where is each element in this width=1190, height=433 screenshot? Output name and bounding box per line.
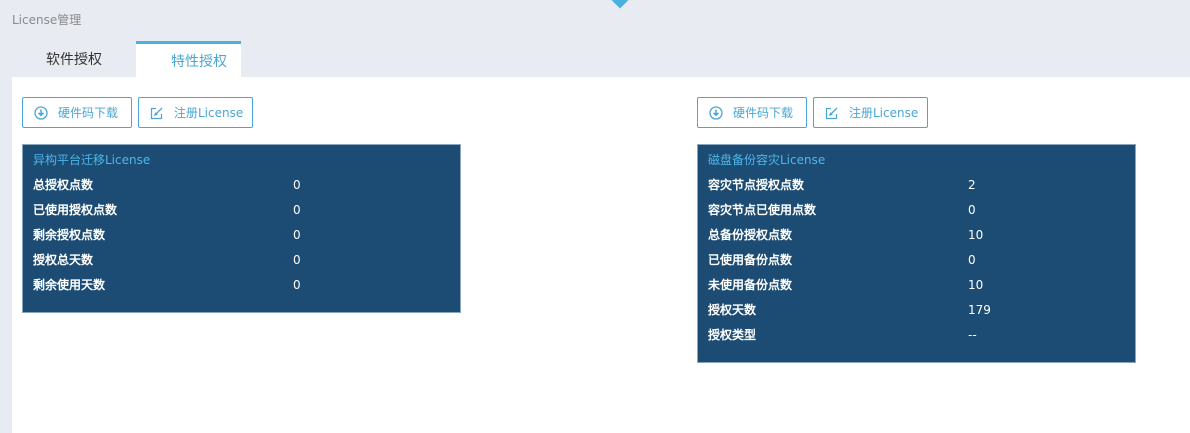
edit-icon [150,106,164,120]
row-label: 总备份授权点数 [708,228,793,242]
tab-feature-license[interactable]: 特性授权 [136,41,241,77]
panel-disk-backup-dr: 硬件码下载 注册License 磁盘备份容灾License 容灾节点授权点数 2… [697,97,1137,363]
left-strip [0,0,12,433]
button-row: 硬件码下载 注册License [22,97,462,128]
hardware-code-download-button[interactable]: 硬件码下载 [22,97,132,128]
row-value: 10 [968,228,984,242]
download-button-label: 硬件码下载 [733,106,794,120]
row-label: 容灾节点授权点数 [708,178,805,192]
button-row: 硬件码下载 注册License [697,97,1137,128]
info-row: 未使用备份点数 10 [708,273,1125,298]
register-button-label: 注册License [849,106,919,120]
row-value: 0 [293,228,301,242]
info-row: 剩余授权点数 0 [33,223,450,248]
row-label: 剩余授权点数 [33,228,106,242]
row-value: 0 [968,253,976,267]
card-title: 磁盘备份容灾License [708,153,826,167]
download-circle-icon [709,105,723,120]
info-row: 容灾节点已使用点数 0 [708,198,1125,223]
info-row: 已使用授权点数 0 [33,198,450,223]
download-circle-icon [34,105,48,120]
row-label: 容灾节点已使用点数 [708,203,817,217]
top-indicator-notch [611,0,629,9]
register-button-label: 注册License [174,106,244,120]
row-value: 10 [968,278,984,292]
info-row: 总备份授权点数 10 [708,223,1125,248]
info-row: 授权总天数 0 [33,248,450,273]
row-label: 未使用备份点数 [708,278,793,292]
row-value: -- [968,328,977,342]
row-label: 授权类型 [708,328,757,342]
row-label: 已使用授权点数 [33,203,118,217]
row-value: 0 [293,178,301,192]
info-row: 总授权点数 0 [33,173,450,198]
info-row: 已使用备份点数 0 [708,248,1125,273]
row-value: 0 [293,278,301,292]
info-row: 剩余使用天数 0 [33,273,450,298]
row-value: 2 [968,178,976,192]
main-content: 硬件码下载 注册License 异构平台迁移License 总授权点数 0 已使… [12,77,1190,433]
row-value: 0 [968,203,976,217]
tab-bar: 软件授权 特性授权 [12,41,241,77]
tab-software-license[interactable]: 软件授权 [12,41,136,77]
edit-icon [825,106,839,120]
license-card: 异构平台迁移License 总授权点数 0 已使用授权点数 0 剩余授权点数 0… [22,144,461,313]
row-label: 授权总天数 [33,253,94,267]
register-license-button[interactable]: 注册License [813,97,928,128]
row-value: 179 [968,303,991,317]
info-row: 授权天数 179 [708,298,1125,323]
panel-heterogeneous-migration: 硬件码下载 注册License 异构平台迁移License 总授权点数 0 已使… [22,97,462,313]
row-label: 已使用备份点数 [708,253,793,267]
row-label: 剩余使用天数 [33,278,106,292]
card-title: 异构平台迁移License [33,153,151,167]
info-row: 容灾节点授权点数 2 [708,173,1125,198]
download-button-label: 硬件码下载 [58,106,119,120]
row-label: 总授权点数 [33,178,94,192]
row-label: 授权天数 [708,303,757,317]
license-card: 磁盘备份容灾License 容灾节点授权点数 2 容灾节点已使用点数 0 总备份… [697,144,1136,363]
info-row: 授权类型 -- [708,323,1125,348]
row-value: 0 [293,253,301,267]
row-value: 0 [293,203,301,217]
register-license-button[interactable]: 注册License [138,97,253,128]
page-title: License管理 [12,13,82,27]
hardware-code-download-button[interactable]: 硬件码下载 [697,97,807,128]
